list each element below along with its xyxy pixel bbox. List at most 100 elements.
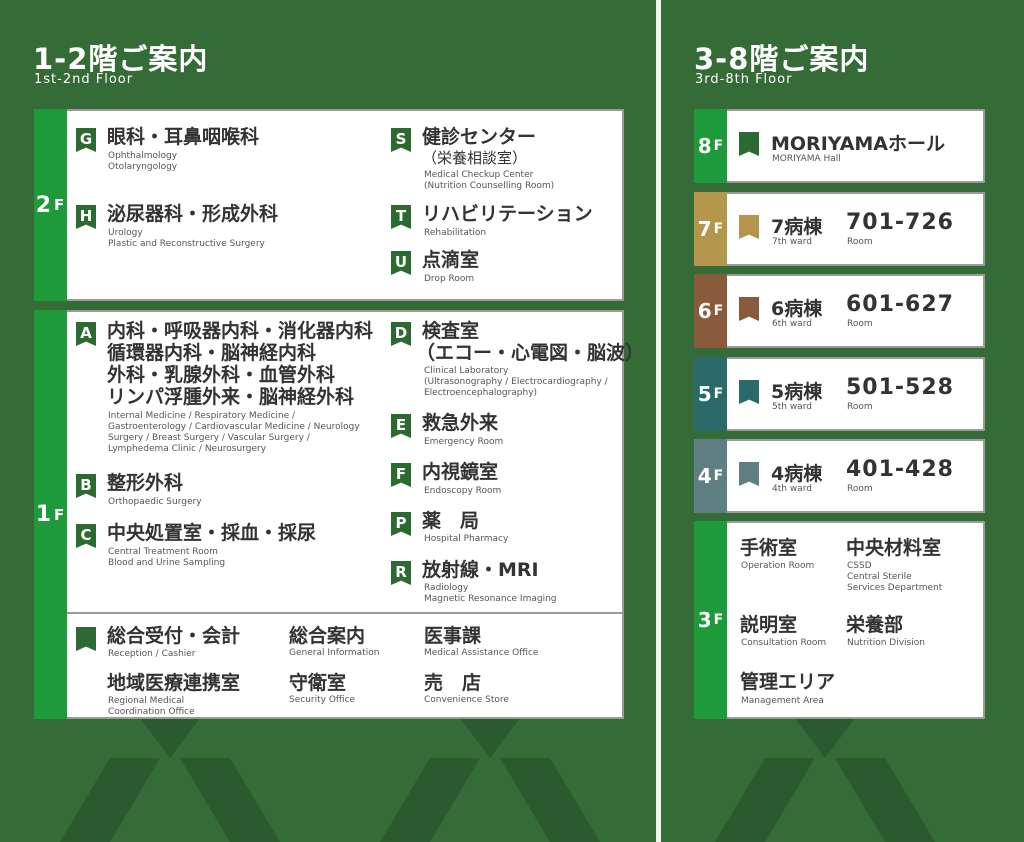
ward-name-en: 6th ward — [772, 319, 812, 329]
floor-3-label: 3F — [694, 521, 727, 719]
page-subtitle: 3rd-8th Floor — [695, 72, 793, 87]
dept-name-en: Magnetic Resonance Imaging — [424, 594, 557, 604]
floor-2-label: 2F — [34, 109, 67, 301]
dept-name-en: Otolaryngology — [108, 162, 178, 172]
dept-name: 健診センター — [422, 126, 537, 148]
room-range: 501-528 — [846, 375, 954, 400]
dept-name: 内視鏡室 — [422, 461, 499, 483]
floor-number: 5 — [697, 382, 712, 406]
dept-name-en: Plastic and Reconstructive Surgery — [108, 239, 265, 249]
floor-number: 1 — [35, 502, 53, 527]
room-name-en: Nutrition Division — [847, 638, 925, 648]
room-label: Room — [847, 237, 873, 247]
floor-number: 8 — [697, 134, 712, 158]
floor-number: 7 — [697, 217, 712, 241]
dept-name: リハビリテーション — [422, 203, 593, 225]
floor-suffix: F — [54, 505, 66, 524]
room-name: 手術室 — [740, 537, 798, 559]
dept-name: 循環器内科・脳神経内科 — [107, 342, 317, 364]
service-name-en: Convenience Store — [424, 695, 509, 705]
dept-name-en: (Ultrasonography / Electrocardiography / — [424, 377, 608, 387]
ward-name-en: 4th ward — [772, 484, 812, 494]
dept-name-en: Surgery / Breast Surgery / Vascular Surg… — [108, 433, 310, 443]
ward-name-en: 5th ward — [772, 402, 812, 412]
dept-name: 検査室 — [422, 320, 480, 342]
dept-name: 泌尿器科・形成外科 — [107, 203, 279, 225]
floor-number: 3 — [697, 608, 712, 632]
service-name: 医事課 — [424, 625, 482, 647]
room-name-en: Consultation Room — [741, 638, 827, 648]
dept-name-en: Emergency Room — [424, 437, 504, 447]
dept-name: 整形外科 — [107, 472, 184, 494]
dept-name: 薬 局 — [422, 510, 480, 532]
ward-name-en: 7th ward — [772, 237, 812, 247]
service-name: 売 店 — [424, 672, 482, 694]
dept-name-en: Radiology — [424, 583, 469, 593]
dept-name-en: Drop Room — [424, 274, 475, 284]
services-divider — [67, 612, 624, 614]
dept-name: 点滴室 — [422, 249, 480, 271]
floor-5-label: 5F — [694, 357, 727, 431]
ward-name: 6病棟 — [771, 298, 823, 320]
dept-name-en: Clinical Laboratory — [424, 366, 509, 376]
ward-name: 5病棟 — [771, 381, 823, 403]
service-name-en: Regional Medical — [108, 696, 185, 706]
floor-8-name-en: MORIYAMA Hall — [772, 154, 841, 164]
ward-name: 7病棟 — [771, 216, 823, 238]
background-chevron-decoration — [715, 718, 935, 842]
service-name: 総合受付・会計 — [107, 625, 241, 647]
dept-name-en: Medical Checkup Center — [424, 170, 534, 180]
room-name: 中央材料室 — [846, 537, 942, 559]
dept-name-en: (Nutrition Counselling Room) — [424, 181, 555, 191]
floor-suffix: F — [713, 303, 724, 319]
ward-name: 4病棟 — [771, 463, 823, 485]
floor-7-label: 7F — [694, 192, 727, 266]
room-name: 管理エリア — [740, 671, 836, 693]
floor-number: 4 — [697, 464, 712, 488]
dept-name-en: Central Treatment Room — [108, 547, 218, 557]
room-label: Room — [847, 484, 873, 494]
service-name-en: General Information — [289, 648, 380, 658]
dept-name: 中央処置室・採血・採尿 — [107, 522, 317, 544]
service-name-en: Reception / Cashier — [108, 649, 196, 659]
dept-name-en: Gastroenterology / Cardiovascular Medici… — [108, 422, 360, 432]
service-name: 守衛室 — [289, 672, 347, 694]
room-name-en: Services Department — [847, 583, 943, 593]
service-name-en: Medical Assistance Office — [424, 648, 539, 658]
dept-name: リンパ浮腫外来・脳神経外科 — [107, 386, 355, 408]
floor-suffix: F — [713, 468, 724, 484]
floor-suffix: F — [713, 612, 724, 628]
floor-number: 2 — [35, 192, 53, 218]
room-name-en: Operation Room — [741, 561, 815, 571]
dept-name: 眼科・耳鼻咽喉科 — [107, 126, 260, 148]
dept-name: 放射線・MRI — [422, 559, 539, 581]
floor-suffix: F — [54, 196, 66, 214]
background-chevron-decoration — [60, 718, 600, 842]
dept-name-en: Hospital Pharmacy — [424, 534, 509, 544]
room-name: 説明室 — [740, 614, 798, 636]
floor-suffix: F — [713, 138, 724, 154]
room-label: Room — [847, 402, 873, 412]
service-name: 地域医療連携室 — [107, 672, 241, 694]
floor-8-name: MORIYAMAホール — [771, 133, 946, 155]
floor-suffix: F — [713, 386, 724, 402]
dept-name: 外科・乳腺外科・血管外科 — [107, 364, 336, 386]
dept-name-en: Rehabilitation — [424, 228, 487, 238]
floor-suffix: F — [713, 221, 724, 237]
dept-name-en: Endoscopy Room — [424, 486, 502, 496]
room-name-en: Management Area — [741, 696, 824, 706]
floor-3-box — [694, 521, 985, 719]
floor-1-label: 1F — [34, 310, 67, 719]
floor-8-label: 8F — [694, 109, 727, 183]
dept-name-en: Orthopaedic Surgery — [108, 497, 202, 507]
floor-4-label: 4F — [694, 439, 727, 513]
dept-subname: （エコー・心電図・脳波） — [416, 342, 645, 364]
dept-name-en: Lymphedema Clinic / Neurosurgery — [108, 444, 267, 454]
dept-name-en: Urology — [108, 228, 143, 238]
dept-name: 内科・呼吸器内科・消化器内科 — [107, 320, 374, 342]
floor-6-label: 6F — [694, 274, 727, 348]
room-label: Room — [847, 319, 873, 329]
room-range: 701-726 — [846, 210, 954, 235]
service-name-en: Coordination Office — [108, 707, 195, 717]
room-range: 601-627 — [846, 292, 954, 317]
